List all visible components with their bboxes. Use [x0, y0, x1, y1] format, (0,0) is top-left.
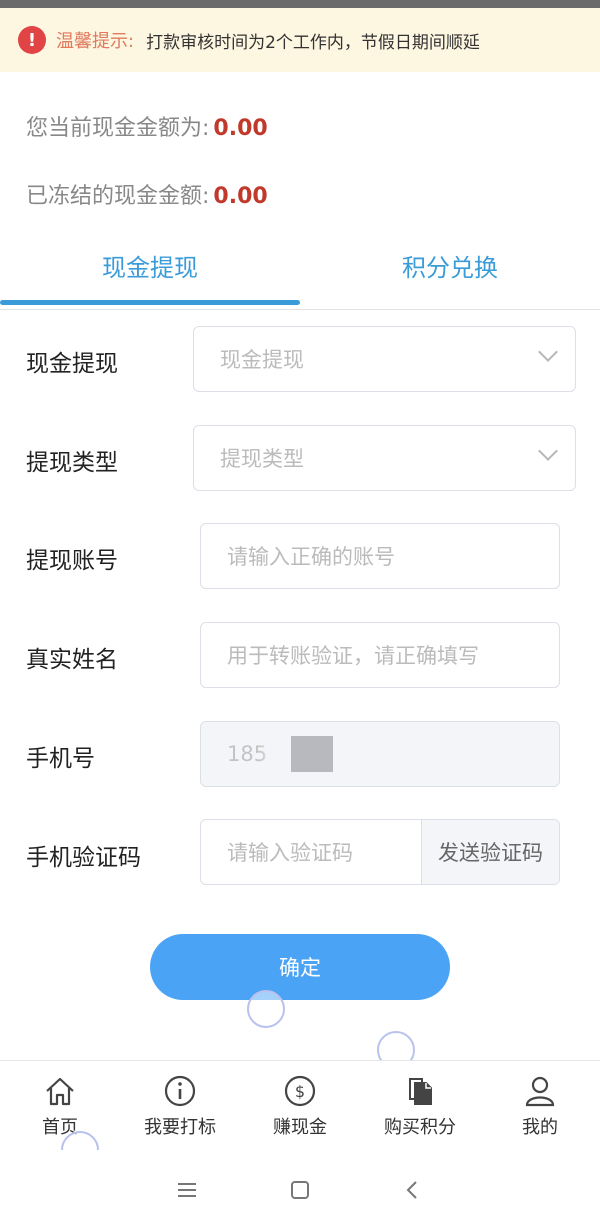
- back-icon[interactable]: [401, 1178, 425, 1202]
- tab-cash-withdraw[interactable]: 现金提现: [0, 238, 300, 309]
- frozen-balance-label: 已冻结的现金金额:: [26, 184, 210, 209]
- withdraw-label: 现金提现: [26, 351, 118, 377]
- nav-home[interactable]: 首页: [0, 1061, 120, 1150]
- tab-bar: 现金提现 积分兑换: [0, 238, 600, 310]
- frozen-balance-amount: 0.00: [213, 184, 268, 209]
- send-code-button[interactable]: 发送验证码: [421, 820, 559, 884]
- verification-code-group: 请输入验证码 发送验证码: [200, 819, 560, 885]
- menu-icon[interactable]: [175, 1178, 199, 1202]
- account-label: 提现账号: [26, 548, 118, 574]
- home-icon: [46, 1077, 74, 1105]
- svg-text:$: $: [295, 1082, 305, 1101]
- cash-balance-amount: 0.00: [213, 116, 268, 141]
- exclamation-icon: !: [18, 26, 46, 54]
- notice-text: 打款审核时间为2个工作内，节假日期间顺延: [146, 32, 480, 53]
- notice-title: 温馨提示:: [56, 31, 135, 52]
- nav-earn-cash-label: 赚现金: [273, 1116, 327, 1138]
- verification-code-input[interactable]: 请输入验证码: [201, 820, 421, 884]
- withdraw-select-placeholder: 现金提现: [220, 348, 304, 372]
- verification-code-placeholder: 请输入验证码: [227, 841, 353, 865]
- nav-mine-label: 我的: [522, 1116, 558, 1138]
- nav-task-label: 我要打标: [144, 1116, 216, 1138]
- chevron-down-icon: [538, 441, 558, 461]
- type-label: 提现类型: [26, 450, 118, 476]
- documents-icon: [409, 1077, 432, 1105]
- notice-banner: ! 温馨提示: 打款审核时间为2个工作内，节假日期间顺延: [0, 8, 600, 72]
- name-label: 真实姓名: [26, 647, 118, 673]
- phone-input: 185: [200, 721, 560, 787]
- nav-buy-points-label: 购买积分: [384, 1116, 456, 1138]
- real-name-input[interactable]: 用于转账验证，请正确填写: [200, 622, 560, 688]
- info-icon: [164, 1075, 196, 1106]
- nav-earn-cash[interactable]: $ 赚现金: [240, 1061, 360, 1150]
- user-icon: [525, 1076, 555, 1106]
- touch-indicator: [247, 990, 285, 1028]
- cash-balance: 您当前现金金额为: 0.00: [26, 110, 268, 142]
- type-select[interactable]: 提现类型: [193, 425, 576, 491]
- real-name-placeholder: 用于转账验证，请正确填写: [227, 644, 479, 668]
- account-input[interactable]: 请输入正确的账号: [200, 523, 560, 589]
- nav-task[interactable]: 我要打标: [120, 1061, 240, 1150]
- system-nav-bar: [0, 1150, 600, 1230]
- chevron-down-icon: [538, 342, 558, 362]
- nav-buy-points[interactable]: 购买积分: [360, 1061, 480, 1150]
- dollar-icon: $: [284, 1075, 316, 1106]
- home-square-icon[interactable]: [288, 1178, 312, 1202]
- confirm-button[interactable]: 确定: [150, 934, 450, 1000]
- account-placeholder: 请输入正确的账号: [227, 545, 395, 569]
- phone-redaction-mask: [291, 736, 333, 772]
- type-select-placeholder: 提现类型: [220, 447, 304, 471]
- frozen-balance: 已冻结的现金金额: 0.00: [26, 178, 268, 210]
- nav-mine[interactable]: 我的: [480, 1061, 600, 1150]
- phone-label: 手机号: [26, 746, 95, 772]
- withdraw-select[interactable]: 现金提现: [193, 326, 576, 392]
- status-bar: [0, 0, 600, 8]
- cash-balance-label: 您当前现金金额为:: [26, 116, 210, 141]
- code-label: 手机验证码: [26, 845, 141, 871]
- tab-points-exchange[interactable]: 积分兑换: [300, 238, 600, 309]
